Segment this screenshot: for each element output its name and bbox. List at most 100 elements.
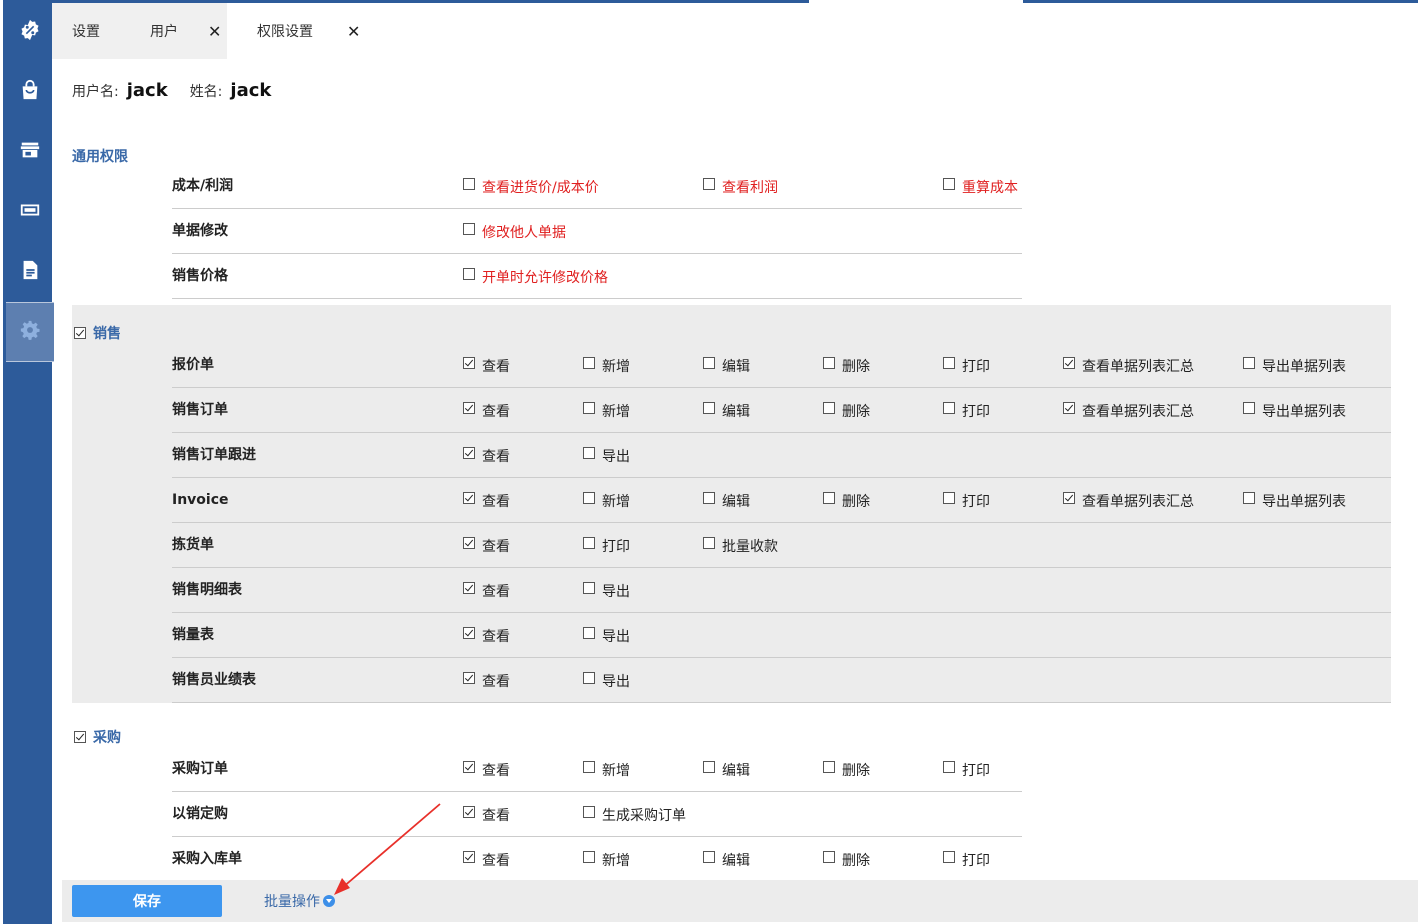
- permission-checkbox[interactable]: [463, 760, 475, 773]
- permission-checkbox[interactable]: [703, 401, 715, 414]
- permission-option[interactable]: 查看: [463, 792, 510, 837]
- permission-option[interactable]: 查看: [463, 343, 510, 388]
- tab-permission-settings[interactable]: 权限设置 ✕: [257, 3, 360, 59]
- permission-checkbox[interactable]: [703, 177, 715, 190]
- section-title-sales[interactable]: 销售: [74, 323, 121, 343]
- permission-option[interactable]: 查看: [463, 613, 510, 658]
- sales-section-checkbox[interactable]: [74, 327, 86, 339]
- permission-checkbox[interactable]: [703, 491, 715, 504]
- permission-checkbox[interactable]: [703, 760, 715, 773]
- permission-checkbox[interactable]: [1063, 491, 1075, 504]
- permission-checkbox[interactable]: [823, 850, 835, 863]
- permission-option[interactable]: 编辑: [703, 478, 750, 523]
- permission-checkbox[interactable]: [823, 401, 835, 414]
- permission-checkbox[interactable]: [463, 177, 475, 190]
- permission-checkbox[interactable]: [583, 491, 595, 504]
- permission-option[interactable]: 重算成本: [943, 164, 1018, 209]
- sidebar-item-sales[interactable]: [6, 62, 54, 122]
- permission-checkbox[interactable]: [1243, 401, 1255, 414]
- permission-checkbox[interactable]: [583, 805, 595, 818]
- permission-option[interactable]: 新增: [583, 478, 630, 523]
- permission-option[interactable]: 导出: [583, 613, 630, 658]
- permission-option[interactable]: 新增: [583, 388, 630, 433]
- permission-option[interactable]: 编辑: [703, 837, 750, 882]
- permission-option[interactable]: 查看单据列表汇总: [1063, 343, 1194, 388]
- permission-option[interactable]: 删除: [823, 388, 870, 433]
- permission-option[interactable]: 查看: [463, 388, 510, 433]
- tab-settings[interactable]: 设置: [72, 3, 100, 59]
- save-button[interactable]: 保存: [72, 885, 222, 917]
- permission-option[interactable]: 导出: [583, 658, 630, 703]
- permission-checkbox[interactable]: [583, 446, 595, 459]
- permission-option[interactable]: 导出: [583, 433, 630, 478]
- permission-checkbox[interactable]: [823, 491, 835, 504]
- permission-checkbox[interactable]: [463, 805, 475, 818]
- permission-option[interactable]: 查看: [463, 478, 510, 523]
- permission-checkbox[interactable]: [463, 446, 475, 459]
- sidebar-item-store[interactable]: [6, 122, 54, 182]
- permission-option[interactable]: 打印: [583, 523, 630, 568]
- permission-checkbox[interactable]: [823, 760, 835, 773]
- permission-option[interactable]: 导出单据列表: [1243, 343, 1346, 388]
- permission-checkbox[interactable]: [463, 626, 475, 639]
- permission-option[interactable]: 查看: [463, 523, 510, 568]
- permission-option[interactable]: 查看单据列表汇总: [1063, 388, 1194, 433]
- permission-option[interactable]: 编辑: [703, 388, 750, 433]
- permission-checkbox[interactable]: [1243, 356, 1255, 369]
- permission-option[interactable]: 导出单据列表: [1243, 388, 1346, 433]
- permission-checkbox[interactable]: [943, 356, 955, 369]
- permission-option[interactable]: 删除: [823, 478, 870, 523]
- permission-checkbox[interactable]: [1243, 491, 1255, 504]
- permission-checkbox[interactable]: [583, 626, 595, 639]
- permission-checkbox[interactable]: [463, 356, 475, 369]
- sidebar-item-reports[interactable]: [6, 242, 54, 302]
- permission-checkbox[interactable]: [823, 356, 835, 369]
- permission-option[interactable]: 新增: [583, 747, 630, 792]
- permission-option[interactable]: 查看利润: [703, 164, 778, 209]
- permission-option[interactable]: 删除: [823, 343, 870, 388]
- permission-checkbox[interactable]: [1063, 356, 1075, 369]
- permission-option[interactable]: 编辑: [703, 343, 750, 388]
- permission-checkbox[interactable]: [1063, 401, 1075, 414]
- permission-option[interactable]: 修改他人单据: [463, 209, 566, 254]
- permission-checkbox[interactable]: [943, 177, 955, 190]
- permission-checkbox[interactable]: [703, 536, 715, 549]
- permission-checkbox[interactable]: [583, 356, 595, 369]
- permission-checkbox[interactable]: [943, 401, 955, 414]
- permission-option[interactable]: 导出单据列表: [1243, 478, 1346, 523]
- permission-checkbox[interactable]: [583, 671, 595, 684]
- permission-checkbox[interactable]: [463, 401, 475, 414]
- permission-checkbox[interactable]: [463, 222, 475, 235]
- permission-checkbox[interactable]: [583, 760, 595, 773]
- permission-option[interactable]: 查看单据列表汇总: [1063, 478, 1194, 523]
- permission-option[interactable]: 打印: [943, 478, 990, 523]
- sidebar-item-settings[interactable]: [6, 302, 54, 362]
- permission-checkbox[interactable]: [463, 850, 475, 863]
- permission-checkbox[interactable]: [463, 536, 475, 549]
- purchase-section-checkbox[interactable]: [74, 731, 86, 743]
- sidebar-item-finance[interactable]: [6, 182, 54, 242]
- permission-option[interactable]: 查看: [463, 568, 510, 613]
- permission-option[interactable]: 删除: [823, 837, 870, 882]
- permission-option[interactable]: 打印: [943, 747, 990, 792]
- permission-checkbox[interactable]: [463, 671, 475, 684]
- permission-checkbox[interactable]: [463, 491, 475, 504]
- permission-option[interactable]: 删除: [823, 747, 870, 792]
- permission-checkbox[interactable]: [463, 581, 475, 594]
- permission-option[interactable]: 查看: [463, 837, 510, 882]
- permission-checkbox[interactable]: [943, 491, 955, 504]
- permission-option[interactable]: 生成采购订单: [583, 792, 686, 837]
- permission-checkbox[interactable]: [583, 850, 595, 863]
- permission-checkbox[interactable]: [703, 850, 715, 863]
- close-icon[interactable]: ✕: [347, 22, 360, 41]
- sidebar-item-promotions[interactable]: [6, 2, 54, 62]
- batch-operations-dropdown[interactable]: 批量操作: [264, 880, 335, 922]
- permission-checkbox[interactable]: [583, 581, 595, 594]
- permission-checkbox[interactable]: [943, 760, 955, 773]
- permission-option[interactable]: 编辑: [703, 747, 750, 792]
- permission-option[interactable]: 导出: [583, 568, 630, 613]
- permission-option[interactable]: 打印: [943, 837, 990, 882]
- permission-option[interactable]: 批量收款: [703, 523, 778, 568]
- permission-checkbox[interactable]: [463, 267, 475, 280]
- close-icon[interactable]: ✕: [208, 22, 221, 41]
